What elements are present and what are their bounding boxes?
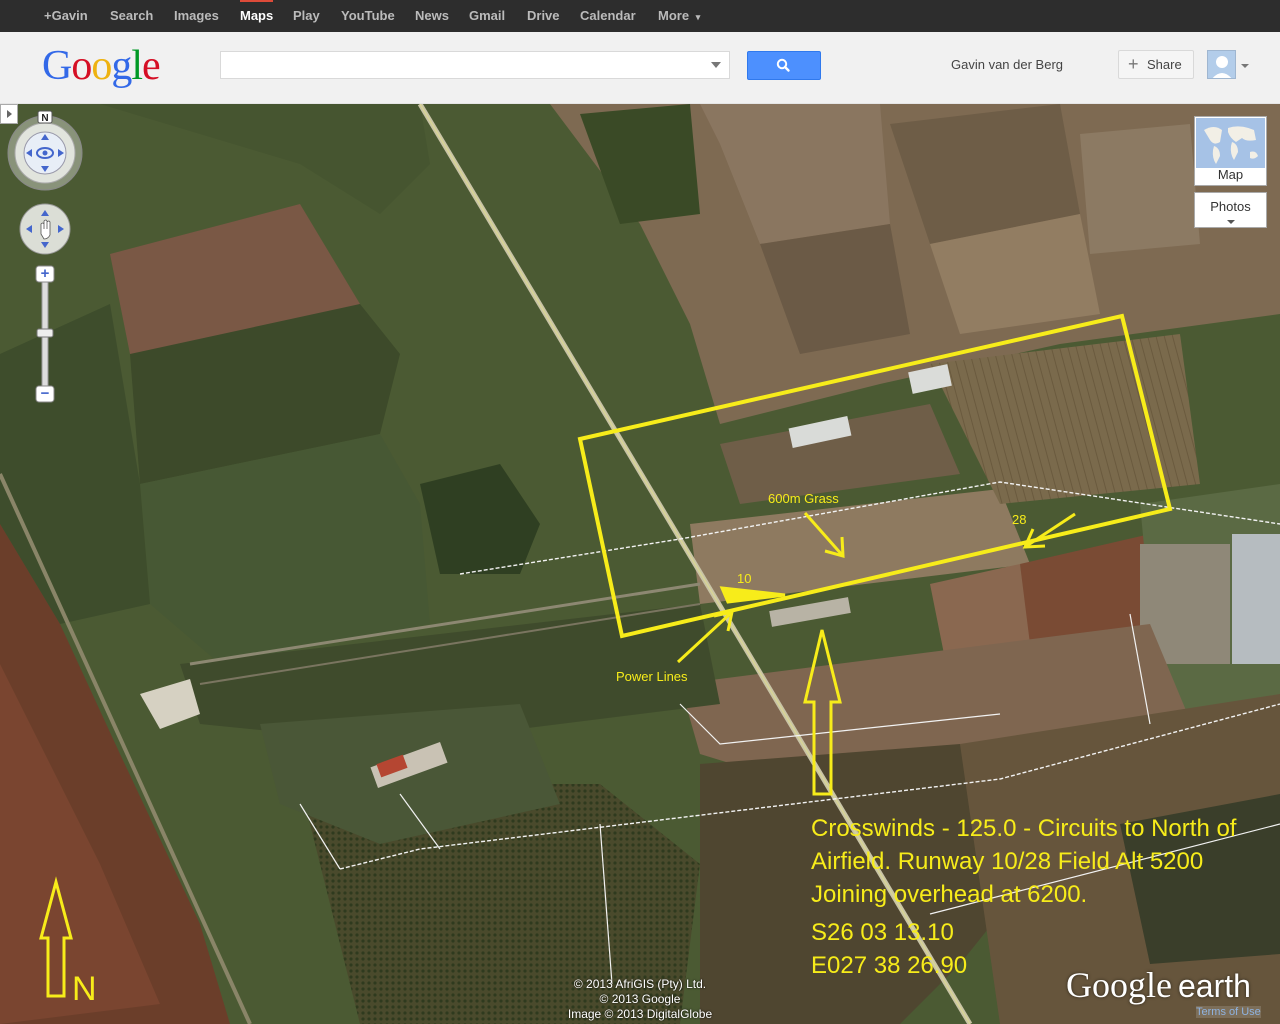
google-top-bar: +Gavin Search Images Maps Play YouTube N… bbox=[0, 0, 1280, 32]
plus-icon: + bbox=[1128, 54, 1139, 74]
satellite-map[interactable]: 600m Grass 28 10 Power Lines N Crosswind… bbox=[0, 104, 1280, 1024]
world-map-icon bbox=[1196, 118, 1265, 168]
chevron-down-icon: ▾ bbox=[695, 12, 701, 22]
copyright-afrigis: © 2013 AfriGIS (Pty) Ltd. bbox=[573, 977, 707, 991]
topbar-link-more[interactable]: More ▾ bbox=[658, 0, 700, 32]
user-silhouette-icon bbox=[1212, 56, 1232, 78]
annotation-runway-28: 28 bbox=[1012, 512, 1027, 527]
map-type-button[interactable]: Map bbox=[1194, 116, 1267, 186]
info-line-joining: Joining overhead at 6200. bbox=[811, 881, 1088, 908]
compass-north-label: N bbox=[41, 113, 48, 124]
map-type-label: Map bbox=[1217, 167, 1244, 182]
logo-letter: G bbox=[42, 43, 72, 89]
search-box bbox=[220, 51, 730, 79]
more-label: More bbox=[658, 8, 690, 23]
google-earth-logo-google: Google bbox=[1066, 965, 1172, 1005]
map-copyright: © 2013 AfriGIS (Pty) Ltd. © 2013 Google … bbox=[540, 977, 740, 1022]
user-name[interactable]: Gavin van der Berg bbox=[951, 57, 1063, 72]
logo-letter: l bbox=[131, 43, 143, 89]
logo-letter: e bbox=[142, 43, 161, 89]
copyright-digitalglobe: Image © 2013 DigitalGlobe bbox=[567, 1007, 713, 1021]
annotation-north: N bbox=[72, 970, 97, 1008]
logo-letter: o bbox=[71, 43, 92, 89]
info-line-runway: Airfield. Runway 10/28 Field Alt 5200 bbox=[811, 848, 1204, 875]
account-dropdown-icon[interactable] bbox=[1241, 64, 1249, 68]
search-dropdown-arrow-icon[interactable] bbox=[711, 62, 721, 68]
zoom-in-button[interactable]: + bbox=[36, 266, 54, 282]
copyright-google: © 2013 Google bbox=[599, 992, 681, 1006]
topbar-link-search[interactable]: Search bbox=[110, 0, 153, 32]
annotation-600m-grass: 600m Grass bbox=[768, 491, 839, 506]
topbar-link-maps[interactable]: Maps bbox=[240, 0, 274, 32]
google-logo[interactable]: Google bbox=[42, 42, 161, 90]
topbar-link-drive[interactable]: Drive bbox=[527, 0, 560, 32]
annotation-runway-10: 10 bbox=[737, 571, 752, 586]
topbar-link-news[interactable]: News bbox=[415, 0, 449, 32]
search-input[interactable] bbox=[227, 53, 701, 79]
search-icon bbox=[776, 58, 790, 72]
share-button[interactable]: + Share bbox=[1118, 50, 1194, 79]
annotation-info: Crosswinds - 125.0 - Circuits to North o… bbox=[811, 812, 1236, 982]
logo-letter: g bbox=[111, 43, 132, 89]
topbar-link-gmail[interactable]: Gmail bbox=[469, 0, 505, 32]
info-line-latitude: S26 03 13.10 bbox=[811, 919, 954, 946]
topbar-link-play[interactable]: Play bbox=[293, 0, 320, 32]
chevron-down-icon bbox=[1227, 220, 1235, 224]
photos-label: Photos bbox=[1210, 199, 1251, 214]
pan-control[interactable] bbox=[19, 203, 71, 255]
info-line-frequency: Crosswinds - 125.0 - Circuits to North o… bbox=[811, 815, 1237, 842]
header: Google Gavin van der Berg + Share bbox=[0, 32, 1280, 104]
topbar-link-plus-gavin[interactable]: +Gavin bbox=[44, 0, 88, 32]
navigation-controls: N bbox=[7, 110, 83, 403]
annotation-power-lines: Power Lines bbox=[616, 669, 688, 684]
topbar-link-images[interactable]: Images bbox=[174, 0, 219, 32]
share-label: Share bbox=[1147, 57, 1182, 72]
topbar-link-calendar[interactable]: Calendar bbox=[580, 0, 636, 32]
zoom-out-button[interactable]: − bbox=[36, 386, 54, 402]
google-earth-logo-earth: earth bbox=[1177, 968, 1251, 1004]
topbar-link-youtube[interactable]: YouTube bbox=[341, 0, 395, 32]
logo-letter: o bbox=[91, 43, 112, 89]
search-button[interactable] bbox=[747, 51, 821, 80]
google-earth-logo: Google earth bbox=[1066, 964, 1251, 1006]
zoom-slider[interactable] bbox=[35, 265, 55, 403]
photos-button[interactable]: Photos bbox=[1194, 192, 1267, 228]
terms-of-use-link[interactable]: Terms of Use bbox=[1196, 1006, 1261, 1018]
avatar[interactable] bbox=[1207, 50, 1236, 79]
